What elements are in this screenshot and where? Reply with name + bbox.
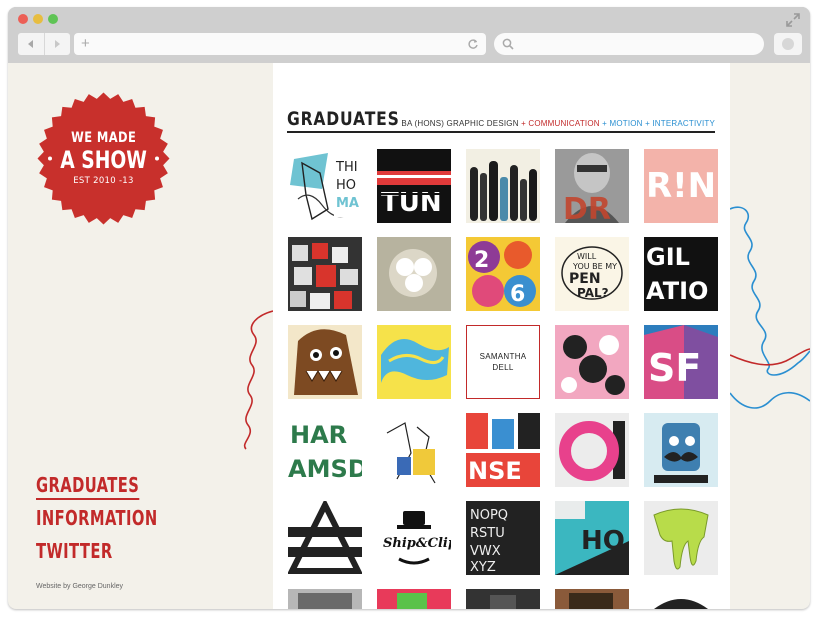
tile-yellow-blue-type[interactable] xyxy=(377,325,451,399)
nav-item-label: INFORMATION xyxy=(36,506,158,530)
maximize-window-button[interactable] xyxy=(48,14,58,24)
tile-mustache-character[interactable] xyxy=(644,413,718,487)
tile-triangle-mark[interactable] xyxy=(288,501,362,575)
tile-samantha-dell[interactable]: SAMANTHA DELL xyxy=(466,325,540,399)
forward-button[interactable] xyxy=(43,33,71,55)
web-page: WE MADE A SHOW EST 2010 -13 GRADUATES IN… xyxy=(8,63,810,609)
nav-item-graduates[interactable]: GRADUATES xyxy=(36,469,158,502)
tile-ship-clip-logo[interactable]: Ship&Clip xyxy=(377,501,451,575)
address-bar[interactable]: + xyxy=(74,33,486,55)
tile-bw-letters[interactable]: GIL ATIO xyxy=(644,237,718,311)
tile-portrait-dr[interactable]: DR xyxy=(555,149,629,223)
tile-colorful-numbers[interactable]: 2 6 xyxy=(466,237,540,311)
tile-brown-monster[interactable] xyxy=(288,325,362,399)
back-button[interactable] xyxy=(18,33,44,55)
search-icon xyxy=(502,38,514,50)
nav-item-label: GRADUATES xyxy=(36,473,140,500)
svg-text:THI: THI xyxy=(335,160,358,175)
fullscreen-icon[interactable] xyxy=(786,13,800,27)
extension-icon xyxy=(782,38,794,50)
tile-3d-letters[interactable]: SF xyxy=(644,325,718,399)
svg-text:R!NF: R!NF xyxy=(646,166,718,206)
tile-partial-5[interactable] xyxy=(644,589,718,609)
tile-teal-magazine[interactable]: HO xyxy=(555,501,629,575)
main-content: GRADUATES BA (HONS) GRAPHIC DESIGN + COM… xyxy=(273,63,730,609)
svg-text:HAR: HAR xyxy=(290,421,347,449)
reload-icon[interactable] xyxy=(467,38,479,50)
svg-text:MA: MA xyxy=(336,196,359,211)
main-navigation: GRADUATES INFORMATION TWITTER xyxy=(36,469,184,568)
site-credit: Website by George Dunkley xyxy=(36,583,124,590)
featured-graduate-label: SAMANTHA DELL xyxy=(466,325,540,399)
browser-window: + WE MADE A SHOW EST 2010 -13 GRADUATES … xyxy=(8,7,810,609)
svg-text:2: 2 xyxy=(474,248,489,273)
close-window-button[interactable] xyxy=(18,14,28,24)
forward-arrow-icon xyxy=(55,40,61,48)
tile-alphabet-grid[interactable]: NOPQ RSTU VWX XYZ xyxy=(466,501,540,575)
svg-text:SF: SF xyxy=(648,346,701,390)
tile-sketch-figures[interactable] xyxy=(377,413,451,487)
svg-text:RSTU: RSTU xyxy=(470,526,505,541)
tile-tun-typography[interactable]: TUN xyxy=(377,149,451,223)
featured-name-last: DELL xyxy=(492,363,514,372)
svg-text:PEN: PEN xyxy=(569,271,601,287)
svg-text:PAL?: PAL? xyxy=(577,286,609,300)
tile-lamp-product[interactable] xyxy=(377,237,451,311)
browser-search-field[interactable] xyxy=(494,33,764,55)
back-arrow-icon xyxy=(27,40,33,48)
browser-toolbar: + xyxy=(8,7,810,63)
svg-text:DR: DR xyxy=(563,192,611,223)
section-header: GRADUATES BA (HONS) GRAPHIC DESIGN + COM… xyxy=(287,108,715,133)
page-title: GRADUATES xyxy=(287,108,400,130)
svg-text:HO: HO xyxy=(581,526,625,556)
tile-sense-type[interactable]: NSE xyxy=(466,413,540,487)
tile-partial-1[interactable] xyxy=(288,589,362,609)
svg-text:YOU BE MY: YOU BE MY xyxy=(572,262,617,271)
nav-item-information[interactable]: INFORMATION xyxy=(36,502,158,535)
svg-text:AMSD: AMSD xyxy=(288,455,362,483)
sidebar: WE MADE A SHOW EST 2010 -13 GRADUATES IN… xyxy=(8,63,273,609)
tile-partial-3[interactable] xyxy=(466,589,540,609)
svg-text:NOPQ: NOPQ xyxy=(470,508,508,523)
badge-text: WE MADE A SHOW EST 2010 -13 xyxy=(36,91,171,226)
svg-text:XYZ: XYZ xyxy=(470,560,496,575)
tile-pink-ring[interactable] xyxy=(555,413,629,487)
badge-line1: WE MADE xyxy=(70,130,137,147)
extension-button[interactable] xyxy=(774,33,802,55)
tile-rinf-type[interactable]: R!NF xyxy=(644,149,718,223)
nav-item-twitter[interactable]: TWITTER xyxy=(36,535,158,568)
subtitle-separator: + xyxy=(518,119,529,128)
tile-partial-2[interactable] xyxy=(377,589,451,609)
svg-text:6: 6 xyxy=(510,282,525,307)
svg-text:ATIO: ATIO xyxy=(646,277,708,305)
subtitle-separator: + xyxy=(599,119,610,128)
tile-green-type[interactable]: HAR AMSD xyxy=(288,413,362,487)
svg-text:WILL: WILL xyxy=(577,252,597,261)
svg-text:VWX: VWX xyxy=(470,544,501,559)
subtitle-course: BA (HONS) GRAPHIC DESIGN xyxy=(401,119,519,128)
tile-penpal-lettering[interactable]: WILL YOU BE MY PEN PAL? xyxy=(555,237,629,311)
featured-name-first: SAMANTHA xyxy=(479,352,527,361)
svg-text:Ship&Clip: Ship&Clip xyxy=(383,536,451,551)
tile-partial-4[interactable] xyxy=(555,589,629,609)
tile-green-slime[interactable] xyxy=(644,501,718,575)
badge-line2: A SHOW xyxy=(60,146,147,175)
course-subtitle: BA (HONS) GRAPHIC DESIGN + COMMUNICATION… xyxy=(401,119,715,128)
tile-red-keys[interactable] xyxy=(288,237,362,311)
minimize-window-button[interactable] xyxy=(33,14,43,24)
svg-text:TUN: TUN xyxy=(381,188,442,218)
svg-text:GIL: GIL xyxy=(646,243,690,271)
subtitle-communication[interactable]: COMMUNICATION xyxy=(528,119,599,128)
navigation-buttons xyxy=(18,33,70,55)
tile-bottles-silhouette[interactable] xyxy=(466,149,540,223)
svg-text:HO: HO xyxy=(336,178,356,193)
tile-fox-illustration[interactable]: THI HO MA xyxy=(288,149,362,223)
badge-line3: EST 2010 -13 xyxy=(73,176,134,187)
subtitle-motion-interactivity[interactable]: MOTION + INTERACTIVITY xyxy=(609,119,715,128)
nav-item-label: TWITTER xyxy=(36,539,113,563)
tile-pink-pattern[interactable] xyxy=(555,325,629,399)
svg-text:NSE: NSE xyxy=(468,457,522,485)
plus-icon[interactable]: + xyxy=(81,35,90,53)
